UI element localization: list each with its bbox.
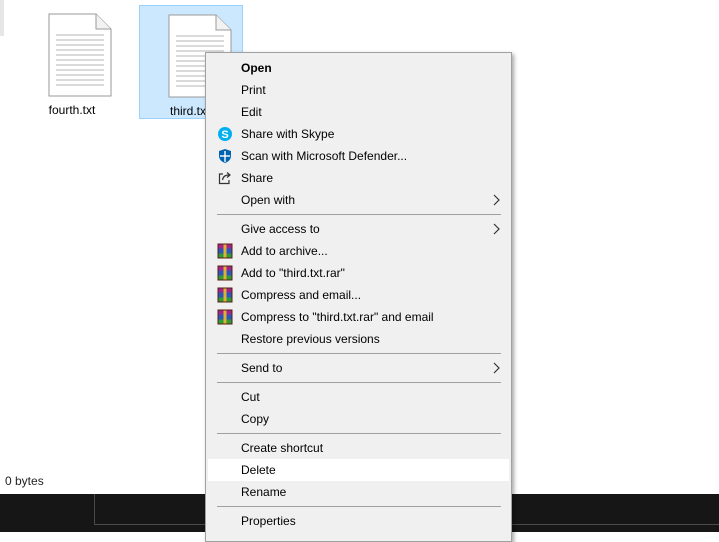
- winrar-icon: [217, 265, 233, 281]
- menu-separator: [217, 214, 501, 215]
- menu-item-label: Rename: [241, 485, 287, 499]
- context-menu: Open Print Edit S Share with Skype Scan …: [205, 52, 512, 542]
- menu-item-label: Properties: [241, 514, 296, 528]
- menu-item-give-access[interactable]: Give access to: [208, 218, 509, 240]
- menu-item-open[interactable]: Open: [208, 57, 509, 79]
- menu-item-label: Compress and email...: [241, 288, 362, 302]
- menu-item-create-shortcut[interactable]: Create shortcut: [208, 437, 509, 459]
- menu-item-send-to[interactable]: Send to: [208, 357, 509, 379]
- status-bar-text: 0 bytes: [5, 474, 44, 488]
- chevron-right-icon: [493, 362, 500, 374]
- menu-item-label: Edit: [241, 105, 262, 119]
- winrar-icon: [217, 287, 233, 303]
- menu-item-label: Open with: [241, 193, 296, 207]
- menu-item-copy[interactable]: Copy: [208, 408, 509, 430]
- winrar-icon: [217, 309, 233, 325]
- menu-item-share[interactable]: Share: [208, 167, 509, 189]
- menu-item-label: Delete: [241, 463, 276, 477]
- menu-separator: [217, 506, 501, 507]
- file-item-fourth[interactable]: fourth.txt: [20, 5, 124, 119]
- defender-shield-icon: [219, 149, 231, 163]
- menu-item-edit[interactable]: Edit: [208, 101, 509, 123]
- text-document-icon: [48, 13, 112, 97]
- menu-item-add-to-rar[interactable]: Add to "third.txt.rar": [208, 262, 509, 284]
- menu-item-label: Share with Skype: [241, 127, 335, 141]
- menu-item-print[interactable]: Print: [208, 79, 509, 101]
- menu-item-label: Open: [241, 61, 272, 75]
- menu-item-cut[interactable]: Cut: [208, 386, 509, 408]
- menu-item-open-with[interactable]: Open with: [208, 189, 509, 211]
- menu-item-compress-and-email[interactable]: Compress and email...: [208, 284, 509, 306]
- menu-item-label: Compress to "third.txt.rar" and email: [241, 310, 434, 324]
- menu-item-add-to-archive[interactable]: Add to archive...: [208, 240, 509, 262]
- menu-item-label: Print: [241, 83, 266, 97]
- chevron-right-icon: [493, 223, 500, 235]
- menu-item-scan-defender[interactable]: Scan with Microsoft Defender...: [208, 145, 509, 167]
- left-scroll-edge: [0, 0, 4, 36]
- menu-item-label: Give access to: [241, 222, 320, 236]
- menu-item-label: Cut: [241, 390, 260, 404]
- svg-text:S: S: [221, 129, 228, 141]
- chevron-right-icon: [493, 194, 500, 206]
- skype-icon: S: [218, 127, 232, 141]
- menu-item-label: Share: [241, 171, 274, 185]
- menu-item-label: Add to archive...: [241, 244, 328, 258]
- menu-item-rename[interactable]: Rename: [208, 481, 509, 503]
- menu-item-restore-versions[interactable]: Restore previous versions: [208, 328, 509, 350]
- menu-item-label: Create shortcut: [241, 441, 324, 455]
- menu-item-share-skype[interactable]: S Share with Skype: [208, 123, 509, 145]
- share-icon: [218, 172, 231, 185]
- file-name: fourth.txt: [48, 103, 96, 117]
- menu-item-delete[interactable]: Delete: [208, 459, 509, 481]
- menu-item-label: Add to "third.txt.rar": [241, 266, 345, 280]
- menu-item-label: Scan with Microsoft Defender...: [241, 149, 408, 163]
- winrar-icon: [217, 243, 233, 259]
- menu-item-label: Send to: [241, 361, 283, 375]
- menu-item-compress-rar-email[interactable]: Compress to "third.txt.rar" and email: [208, 306, 509, 328]
- menu-item-properties[interactable]: Properties: [208, 510, 509, 532]
- menu-separator: [217, 433, 501, 434]
- menu-separator: [217, 353, 501, 354]
- menu-item-label: Copy: [241, 412, 270, 426]
- menu-separator: [217, 382, 501, 383]
- menu-item-label: Restore previous versions: [241, 332, 380, 346]
